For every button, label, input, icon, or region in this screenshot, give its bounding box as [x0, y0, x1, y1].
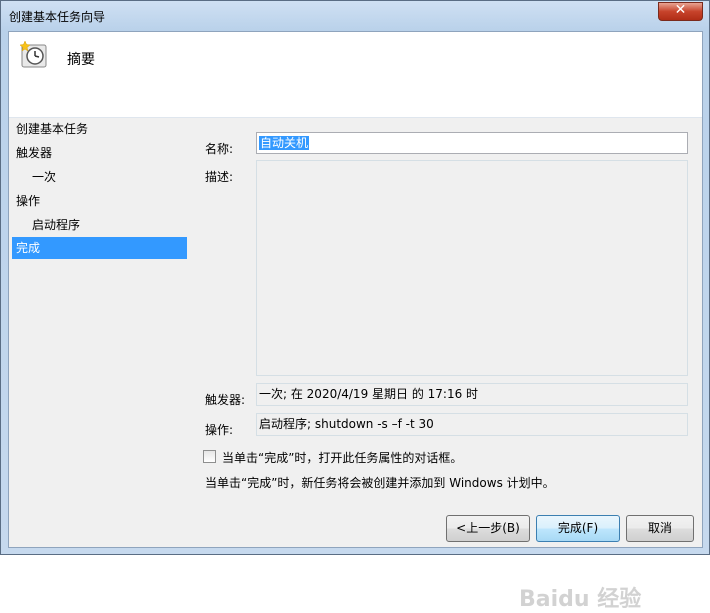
nav-item-create-basic-task[interactable]: 创建基本任务	[12, 118, 187, 140]
nav-item-trigger[interactable]: 触发器	[12, 142, 187, 164]
baidu-watermark: Baidu 经验	[519, 587, 642, 612]
finish-button[interactable]: 完成(F)	[536, 515, 620, 542]
nav-item-once[interactable]: 一次	[12, 166, 187, 188]
open-properties-checkbox[interactable]	[203, 450, 216, 463]
close-button[interactable]: ✕	[658, 2, 703, 21]
trigger-label: 触发器:	[205, 393, 246, 407]
action-field[interactable]: 启动程序; shutdown -s –f -t 30	[256, 413, 688, 436]
nav-item-action[interactable]: 操作	[12, 190, 187, 212]
title-bar[interactable]: 创建基本任务向导 ✕	[1, 1, 709, 31]
info-text: 当单击“完成”时，新任务将会被创建并添加到 Windows 计划中。	[205, 476, 555, 490]
back-button[interactable]: <上一步(B)	[446, 515, 530, 542]
wizard-nav: 创建基本任务 触发器 一次 操作 启动程序 完成	[9, 118, 189, 547]
description-label: 描述:	[205, 170, 234, 184]
open-properties-checkbox-label[interactable]: 当单击“完成”时，打开此任务属性的对话框。	[222, 449, 462, 466]
name-value: 自动关机	[259, 136, 310, 150]
wizard-window: 创建基本任务向导 ✕ 摘要 创建基本任务 触发器 一次 操作 启动程序 完成 名…	[0, 0, 710, 612]
nav-item-start-program[interactable]: 启动程序	[12, 214, 187, 236]
description-field[interactable]	[256, 160, 688, 376]
wizard-body: 创建基本任务 触发器 一次 操作 启动程序 完成 名称: 自动关机 描述: 触发…	[9, 118, 702, 612]
name-label: 名称:	[205, 142, 234, 156]
window-title: 创建基本任务向导	[9, 10, 106, 24]
trigger-field[interactable]: 一次; 在 2020/4/19 星期日 的 17:16 时	[256, 383, 688, 406]
wizard-header: 摘要	[9, 32, 702, 118]
nav-item-finish[interactable]: 完成	[12, 237, 187, 259]
close-icon: ✕	[674, 2, 687, 18]
cancel-button[interactable]: 取消	[626, 515, 694, 542]
clock-icon	[19, 40, 47, 68]
wizard-client: 摘要 创建基本任务 触发器 一次 操作 启动程序 完成 名称: 自动关机 描述:…	[8, 31, 703, 612]
action-label: 操作:	[205, 423, 234, 437]
page-title: 摘要	[67, 52, 95, 68]
name-field[interactable]: 自动关机	[256, 132, 688, 154]
